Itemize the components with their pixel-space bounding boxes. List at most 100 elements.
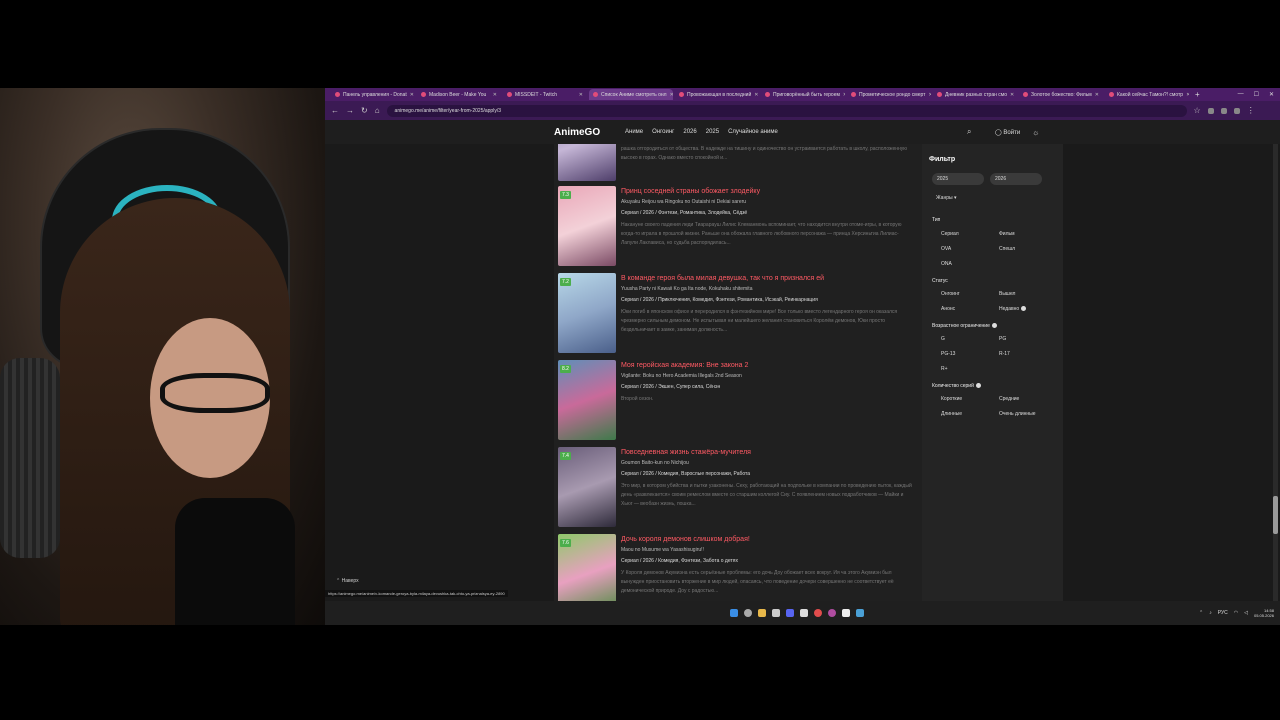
browser-tab[interactable]: Золотое божество: Фильм ✕	[1019, 89, 1103, 100]
type-option[interactable]: ONA	[941, 261, 952, 267]
info-icon[interactable]	[1021, 306, 1027, 312]
browser-tab[interactable]: Прометическое рондо смерт ✕	[847, 89, 931, 100]
nav-2025[interactable]: 2025	[706, 129, 719, 135]
scrollbar[interactable]	[1273, 144, 1278, 601]
clock[interactable]: 14:58 05.05.2026	[1254, 608, 1274, 618]
close-icon[interactable]: ✕	[1186, 92, 1189, 98]
browser-tab[interactable]: Madison Beer - Make You ✕	[417, 89, 501, 100]
search-icon[interactable]: ⌕	[967, 127, 971, 137]
app-icon[interactable]	[772, 609, 780, 617]
close-icon[interactable]: ✕	[843, 92, 845, 98]
type-option[interactable]: Фильм	[999, 231, 1015, 237]
browser-tab[interactable]: Приговорённый быть героем✕	[761, 89, 845, 100]
mic-icon[interactable]: ♪	[1209, 610, 1212, 616]
bookmark-star-icon[interactable]: ☆	[1194, 106, 1201, 115]
discord-icon[interactable]	[786, 609, 794, 617]
maximize-icon[interactable]: ☐	[1254, 91, 1259, 98]
list-item[interactable]: 7.2 В команде героя была милая девушка, …	[554, 273, 922, 353]
poster-image[interactable]	[558, 144, 616, 181]
menu-icon[interactable]: ⋮	[1247, 106, 1255, 115]
browser-tab[interactable]: MISSDEIT - Twitch ✕	[503, 89, 587, 100]
age-option[interactable]: PG	[999, 336, 1006, 342]
close-icon[interactable]: ✕	[410, 92, 414, 98]
episodes-option[interactable]: Короткие	[941, 396, 962, 402]
back-icon[interactable]: ←	[331, 106, 339, 115]
app-icon[interactable]	[800, 609, 808, 617]
list-item[interactable]: 7.3 Принц соседней страны обожает злодей…	[554, 186, 922, 266]
episodes-option[interactable]: Длинные	[941, 411, 962, 417]
scrollbar-thumb[interactable]	[1273, 496, 1278, 534]
anime-title[interactable]: Повседневная жизнь стажёра-мучителя	[621, 449, 751, 456]
extension-icon[interactable]	[1207, 107, 1214, 114]
type-option[interactable]: OVA	[941, 246, 951, 252]
status-option[interactable]: Анонс	[941, 306, 955, 312]
extension-icon[interactable]	[1220, 107, 1227, 114]
minimize-icon[interactable]: —	[1238, 91, 1244, 98]
browser-tab[interactable]: Какой сейчас Тамон?! смотр ✕	[1105, 89, 1189, 100]
year-to-input[interactable]: 2026	[990, 173, 1042, 185]
login-button[interactable]: ◯ Войти	[995, 129, 1020, 136]
episodes-option[interactable]: Очень длинные	[999, 410, 1039, 418]
status-option[interactable]: Вышел	[999, 291, 1015, 297]
age-option[interactable]: R-17	[999, 351, 1010, 357]
theme-toggle-icon[interactable]: ☼	[1032, 128, 1039, 137]
genres-dropdown[interactable]: Жанры ▾	[936, 195, 957, 201]
year-from-input[interactable]: 2025	[932, 173, 984, 185]
chevron-up-icon[interactable]: ⌃	[1199, 610, 1203, 616]
status-option[interactable]: Недавно	[999, 306, 1027, 312]
browser-tab[interactable]: Дневник разных стран смо ✕	[933, 89, 1017, 100]
list-item[interactable]: рашка отгородиться от общества. В надежд…	[554, 144, 922, 181]
nav-ongoing[interactable]: Онгоинг	[652, 129, 674, 135]
close-icon[interactable]: ✕	[493, 92, 497, 98]
list-item[interactable]: 7.6 Дочь короля демонов слишком добрая! …	[554, 534, 922, 601]
list-item[interactable]: 7.4 Повседневная жизнь стажёра-мучителя …	[554, 447, 922, 527]
close-icon[interactable]: ✕	[928, 92, 931, 98]
close-window-icon[interactable]: ✕	[1269, 91, 1274, 98]
age-option[interactable]: PG-13	[941, 351, 955, 357]
close-icon[interactable]: ✕	[1095, 92, 1099, 98]
list-item[interactable]: 8.2 Моя геройская академия: Вне закона 2…	[554, 360, 922, 440]
type-option[interactable]: Спешл	[999, 246, 1015, 252]
anime-title[interactable]: В команде героя была милая девушка, так …	[621, 275, 824, 282]
close-icon[interactable]: ✕	[670, 92, 673, 98]
search-icon[interactable]	[744, 609, 752, 617]
info-icon[interactable]	[991, 323, 997, 329]
url-input[interactable]: animego.me/anime/filter/year-from-2025/a…	[386, 104, 1187, 117]
new-tab-button[interactable]: +	[1191, 90, 1204, 99]
anime-title[interactable]: Принц соседней страны обожает злодейку	[621, 188, 760, 195]
nav-anime[interactable]: Аниме	[625, 129, 643, 135]
profile-icon[interactable]	[1233, 107, 1240, 114]
back-to-top-button[interactable]: ⌃ Наверх	[336, 578, 359, 584]
browser-icon[interactable]	[814, 609, 822, 617]
nav-2026[interactable]: 2026	[683, 129, 696, 135]
age-heading: Возрастное ограничение	[932, 323, 997, 329]
volume-icon[interactable]: ◁	[1244, 610, 1248, 616]
anime-title[interactable]: Моя геройская академия: Вне закона 2	[621, 362, 748, 369]
forward-icon[interactable]: →	[346, 106, 354, 115]
obs-icon[interactable]	[828, 609, 836, 617]
network-icon[interactable]: ◠	[1234, 610, 1238, 616]
browser-tab[interactable]: Провожающая в последний ✕	[675, 89, 759, 100]
home-icon[interactable]: ⌂	[375, 106, 380, 115]
age-option[interactable]: R+	[941, 366, 948, 372]
site-logo[interactable]: AnimeGO	[554, 127, 600, 138]
start-icon[interactable]	[730, 609, 738, 617]
file-explorer-icon[interactable]	[758, 609, 766, 617]
status-option[interactable]: Онгоинг	[941, 291, 960, 297]
nav-random[interactable]: Случайное аниме	[728, 129, 778, 135]
steam-icon[interactable]	[856, 609, 864, 617]
episodes-option[interactable]: Средние	[999, 396, 1019, 402]
close-icon[interactable]: ✕	[579, 92, 583, 98]
original-title: Goumon Baito-kun no Nichijou	[621, 460, 689, 466]
age-option[interactable]: G	[941, 336, 945, 342]
close-icon[interactable]: ✕	[1010, 92, 1014, 98]
info-icon[interactable]	[975, 383, 981, 389]
anime-title[interactable]: Дочь короля демонов слишком добрая!	[621, 536, 750, 543]
browser-tab[interactable]: Панель управления - Donat ✕	[331, 89, 415, 100]
app-icon[interactable]	[842, 609, 850, 617]
type-option[interactable]: Сериал	[941, 231, 959, 237]
browser-tab-active[interactable]: Список Аниме смотреть онл ✕	[589, 89, 673, 100]
reload-icon[interactable]: ↻	[361, 106, 368, 115]
close-icon[interactable]: ✕	[754, 92, 758, 98]
language-indicator[interactable]: РУС	[1218, 610, 1228, 616]
